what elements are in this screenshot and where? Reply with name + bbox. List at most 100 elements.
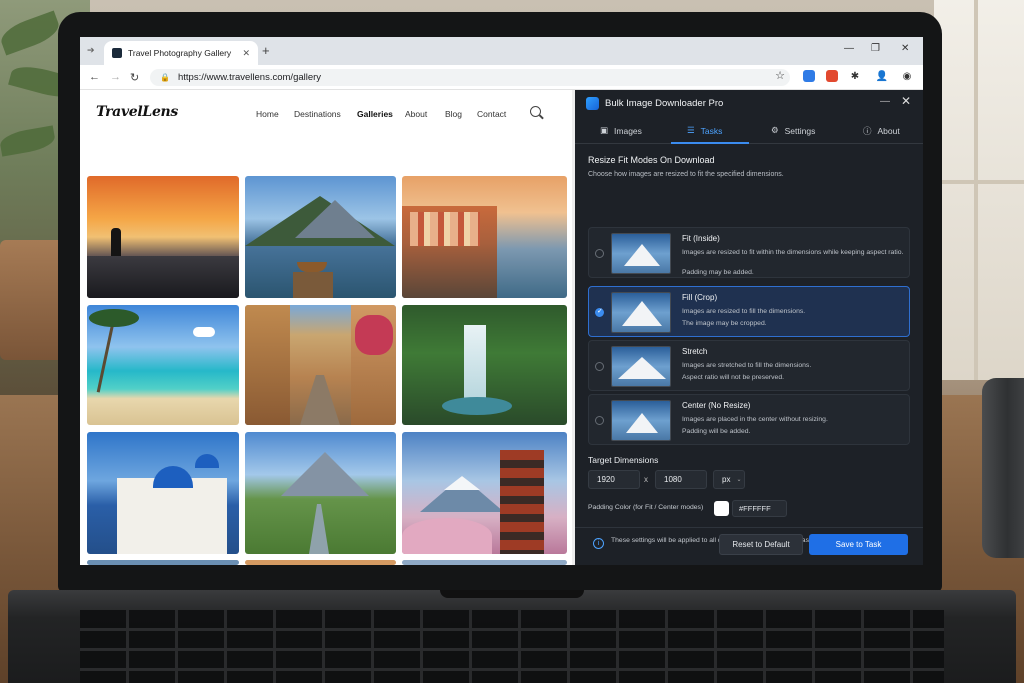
radio-stretch[interactable] [595,362,604,371]
tab-settings-label: Settings [784,125,816,136]
tab-about[interactable]: ⓘ About [863,117,900,144]
gallery-photo-skyline-partial[interactable] [402,560,567,565]
image-icon: ▣ [600,125,609,135]
option-stretch[interactable]: Stretch Images are stretched to fill the… [588,340,910,391]
gear-icon: ⚙ [771,125,779,135]
option-note: The image may be cropped. [682,320,767,327]
close-tab-icon[interactable]: ✕ [242,48,250,59]
width-input[interactable]: 1920 [588,470,640,489]
option-name: Fill (Crop) [682,293,718,302]
reset-to-default-button[interactable]: Reset to Default [719,534,803,555]
info-icon: i [593,538,604,549]
tab-title: Travel Photography Gallery [128,48,232,58]
nav-contact[interactable]: Contact [477,109,506,119]
downloader-logo-icon [586,97,599,110]
gallery-photo-santorini[interactable] [87,432,239,554]
tab-about-label: About [877,125,900,136]
panel-title: Bulk Image Downloader Pro [605,98,724,109]
option-description: Images are stretched to fill the dimensi… [682,362,812,369]
minimize-window-icon[interactable]: — [844,43,854,54]
nav-galleries[interactable]: Galleries [357,109,393,119]
height-input[interactable]: 1080 [655,470,707,489]
option-name: Center (No Resize) [682,401,751,410]
radio-fit-inside[interactable] [595,249,604,258]
mountain-thumbnail [611,400,671,441]
info-circle-icon: ⓘ [863,125,872,136]
gallery-photo-old-street[interactable] [245,305,396,425]
padding-color-swatch[interactable] [714,501,729,516]
panel-tabs: ▣ Images ☰ Tasks ⚙ Settings ⓘ About [575,117,923,144]
save-to-task-button[interactable]: Save to Task [809,534,908,555]
reload-icon[interactable]: ↻ [130,71,139,84]
gallery-photo-alpine-valley[interactable] [245,432,396,554]
bookmark-star-icon[interactable]: ☆ [774,69,786,82]
unit-value: px [722,475,731,484]
mountain-thumbnail [611,233,671,274]
tab-images-label: Images [614,125,642,136]
extension-red-icon[interactable] [826,70,838,82]
profile-icon[interactable]: 👤 [876,70,888,82]
gallery-photo-mountains-partial[interactable] [87,560,239,565]
new-tab-icon[interactable]: + [262,43,270,58]
mountain-thumbnail [611,346,671,387]
gallery-photo-sunset-hiker[interactable] [87,176,239,298]
laptop-screen: ➔ Travel Photography Gallery ✕ + — ❐ ✕ ←… [80,37,923,565]
padding-color-input[interactable]: #FFFFFF [732,500,787,517]
account-icon[interactable]: ◉ [901,70,913,82]
unit-select[interactable]: px ⌄ [713,470,745,489]
back-icon[interactable]: ← [89,71,100,83]
tab-images[interactable]: ▣ Images [600,117,642,144]
option-description: Images are placed in the center without … [682,416,828,423]
option-name: Stretch [682,347,708,356]
option-fit-inside[interactable]: Fit (Inside) Images are resized to fit w… [588,227,910,278]
option-description: Images are resized to fill the dimension… [682,308,806,315]
nav-destinations[interactable]: Destinations [294,109,341,119]
option-fill-crop[interactable]: Fill (Crop) Images are resized to fill t… [588,286,910,337]
gallery-photo-waterfall[interactable] [402,305,567,425]
tab-settings[interactable]: ⚙ Settings [771,117,815,144]
address-bar[interactable]: 🔒 https://www.travellens.com/gallery [150,69,790,86]
restore-window-icon[interactable]: ❐ [871,43,880,54]
padding-color-label: Padding Color (for Fit / Center modes) [588,504,704,511]
option-note: Padding will be added. [682,428,751,435]
extension-panel: Bulk Image Downloader Pro — ✕ ▣ Images ☰… [575,90,923,565]
gallery-photo-pagoda-fuji[interactable] [402,432,567,554]
tab-tasks-label: Tasks [700,125,723,136]
chevron-down-icon: ⌄ [736,477,742,483]
keyboard [80,610,944,683]
website-content: TravelLens Home Destinations Galleries A… [80,90,575,565]
background-window [934,0,1024,380]
option-center-no-resize[interactable]: Center (No Resize) Images are placed in … [588,394,910,445]
extensions-puzzle-icon[interactable]: ✱ [849,70,861,82]
lock-icon: 🔒 [160,73,170,82]
site-logo[interactable]: TravelLens [96,104,178,120]
browser-tab[interactable]: Travel Photography Gallery ✕ [104,41,258,65]
panel-header: Bulk Image Downloader Pro — ✕ [575,90,923,117]
nav-about[interactable]: About [405,109,427,119]
gallery-photo-mountain-lake[interactable] [245,176,396,298]
favicon-icon [112,48,122,58]
radio-fill-crop[interactable] [595,307,604,317]
dimension-separator: x [644,475,648,484]
option-description: Images are resized to fit within the dim… [682,249,904,256]
section-title: Resize Fit Modes On Download [588,155,715,165]
gallery-photo-city-partial[interactable] [245,560,396,565]
gallery-photo-tropical-beach[interactable] [87,305,239,425]
close-window-icon[interactable]: ✕ [901,43,909,54]
tab-tasks[interactable]: ☰ Tasks [687,117,722,144]
option-note: Padding may be added. [682,269,754,276]
panel-minimize-icon[interactable]: — [880,96,890,107]
panel-close-icon[interactable]: ✕ [901,94,911,108]
coffee-mug [982,378,1024,558]
radio-center[interactable] [595,416,604,425]
search-icon[interactable] [530,106,541,117]
address-toolbar: ← → ↻ 🔒 https://www.travellens.com/galle… [80,65,923,90]
mountain-thumbnail [611,292,671,333]
forward-icon[interactable]: → [110,71,121,83]
nav-blog[interactable]: Blog [445,109,462,119]
nav-home[interactable]: Home [256,109,279,119]
extension-downloader-icon[interactable] [803,70,815,82]
tab-scroll-icon[interactable]: ➔ [87,45,95,56]
laptop-hinge [440,590,584,598]
gallery-photo-coastal-village[interactable] [402,176,567,298]
